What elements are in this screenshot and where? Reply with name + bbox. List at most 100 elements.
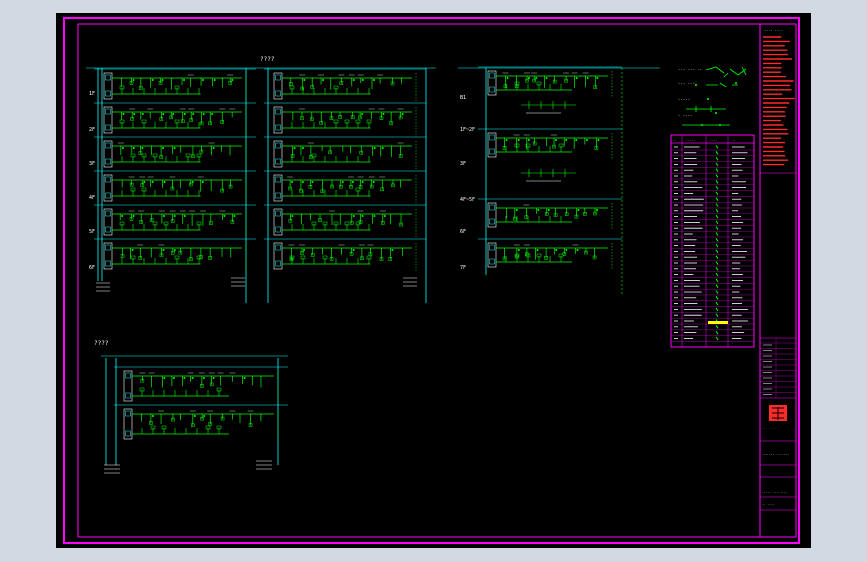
cad-drawing-sheet[interactable]: ???? ???? 1F 2F 3F 4F 5F 6F B1 1F~2F 3F … — [56, 13, 811, 548]
symbol-icon — [715, 226, 719, 230]
node-dot — [183, 377, 186, 379]
row-labels-mid: B1 1F~2F 3F 4F~5F 6F 7F — [460, 95, 475, 271]
node-dot — [201, 181, 204, 183]
node-dot — [203, 415, 206, 417]
meter-icon — [275, 74, 281, 81]
legend-label: ----- — [678, 97, 690, 102]
panel-box — [103, 208, 113, 236]
node-dot — [505, 139, 508, 141]
symbol-icon — [715, 255, 719, 259]
symbol-icon — [715, 220, 719, 225]
node-dot — [575, 77, 578, 79]
node-dot — [211, 113, 214, 115]
meter-icon — [275, 124, 281, 131]
node-dot — [381, 147, 384, 149]
panel-box — [273, 140, 283, 168]
company-stamp-text: --- ----- — [762, 426, 778, 430]
meter-icon — [489, 218, 495, 225]
electrical-schematic: ???? ???? 1F 2F 3F 4F 5F 6F B1 1F~2F 3F … — [63, 17, 800, 544]
node-dot — [122, 113, 125, 115]
row-label: 4F — [89, 195, 95, 201]
node-dot — [151, 79, 154, 81]
meter-icon — [275, 226, 281, 233]
node-dot — [382, 113, 385, 115]
distribution-panel — [94, 204, 256, 237]
meter-icon — [275, 260, 281, 267]
node-dot — [361, 215, 364, 217]
node-dot — [527, 77, 530, 79]
node-dot — [172, 113, 175, 115]
revision-table — [760, 338, 796, 398]
legend-label: - ---- — [678, 113, 692, 118]
node-dot — [212, 147, 215, 149]
row-label: 3F — [89, 161, 95, 167]
design-notes — [763, 36, 795, 166]
node-dot — [121, 147, 124, 149]
node-dot — [361, 113, 364, 115]
distribution-panel — [94, 136, 256, 169]
node-dot — [192, 113, 195, 115]
node-dot — [536, 249, 539, 251]
distribution-panel — [478, 238, 622, 269]
node-dot — [141, 147, 144, 149]
node-dot — [133, 113, 136, 115]
node-dot — [391, 249, 394, 251]
node-dot — [213, 79, 216, 81]
meter-icon — [105, 142, 111, 149]
meter-icon — [275, 210, 281, 217]
symbol-icon — [715, 278, 719, 283]
symbol-icon — [715, 191, 719, 196]
panel-box — [487, 242, 497, 268]
node-dot — [537, 209, 540, 211]
node-dot — [575, 139, 578, 141]
panel-box — [273, 208, 283, 236]
legend-label: --- --- -- — [678, 67, 702, 72]
symbol-icon — [715, 284, 719, 288]
meter-icon — [275, 158, 281, 165]
node-dot — [401, 113, 404, 115]
meter-icon — [489, 244, 495, 251]
symbol-icon — [715, 267, 719, 271]
node-dot — [383, 215, 386, 217]
node-dot — [597, 139, 600, 141]
node-dot — [163, 181, 166, 183]
node-dot — [322, 79, 325, 81]
panel-box — [487, 132, 497, 158]
symbol-icon — [715, 203, 719, 207]
node-dot — [173, 147, 176, 149]
panel-box — [103, 72, 113, 100]
node-dot — [517, 139, 520, 141]
panel-box — [103, 140, 113, 168]
node-dot — [303, 249, 306, 251]
panel-box — [123, 370, 133, 402]
meter-icon — [275, 90, 281, 97]
node-dot — [212, 377, 215, 379]
row-label: 2F — [89, 127, 95, 133]
meter-icon — [489, 86, 495, 93]
node-dot — [372, 79, 375, 81]
node-dot — [233, 215, 236, 217]
row-label: 6F — [89, 265, 95, 271]
distribution-panel — [264, 170, 426, 203]
section-label-bottom: ???? — [94, 340, 109, 347]
meter-icon — [489, 148, 495, 155]
node-dot — [223, 215, 226, 217]
meter-icon — [105, 226, 111, 233]
node-dot — [527, 139, 530, 141]
distribution-panel — [264, 136, 426, 169]
node-dot — [162, 249, 165, 251]
meter-icon — [489, 258, 495, 265]
drawing-title: ------ ------ — [762, 452, 789, 456]
node-dot — [555, 139, 558, 141]
node-dot — [293, 147, 296, 149]
panel-box — [273, 242, 283, 270]
meter-icon — [275, 108, 281, 115]
row-label: 1F~2F — [460, 127, 475, 133]
meter-icon — [105, 210, 111, 217]
node-dot — [183, 79, 186, 81]
node-dot — [141, 113, 144, 115]
row-label: 1F — [89, 91, 95, 97]
symbol-icon — [715, 272, 719, 277]
distribution-panel — [94, 170, 256, 203]
symbol-icon — [715, 151, 719, 155]
